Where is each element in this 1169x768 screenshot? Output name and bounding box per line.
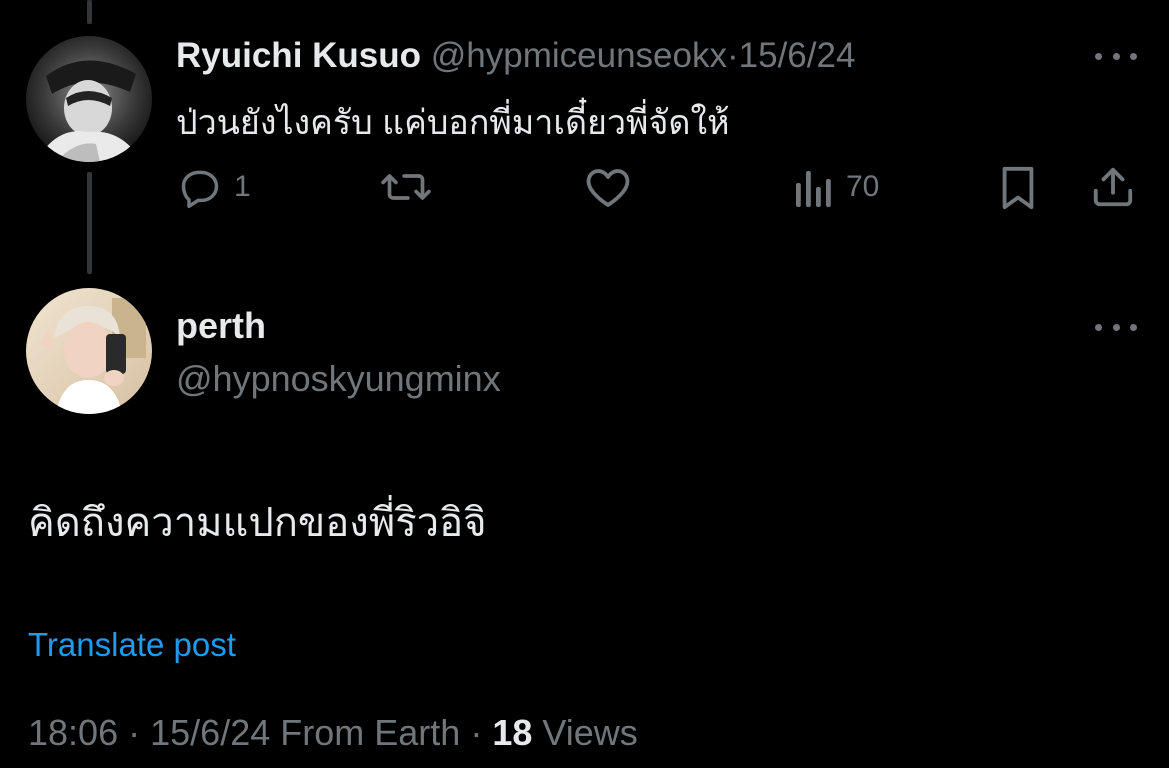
repost-button[interactable]	[380, 165, 432, 209]
share-icon	[1093, 167, 1133, 207]
bookmark-button[interactable]	[998, 165, 1038, 211]
avatar-image	[26, 36, 152, 162]
post-time[interactable]: 18:06	[28, 712, 118, 753]
reply-icon	[181, 170, 219, 208]
post-date[interactable]: 15/6/24	[739, 36, 856, 75]
bookmark-icon	[1002, 166, 1034, 210]
post-text: คิดถึงความแปกของพี่ริวอิจิ	[28, 501, 487, 545]
avatar[interactable]	[26, 288, 152, 414]
views-count: 70	[846, 170, 880, 203]
display-name[interactable]: Ryuichi Kusuo	[176, 36, 421, 75]
avatar[interactable]	[26, 36, 152, 162]
avatar-image	[26, 288, 152, 414]
share-button[interactable]	[1090, 164, 1136, 210]
like-button[interactable]	[584, 165, 632, 209]
thread-line-top	[87, 0, 92, 24]
views-label: Views	[542, 712, 638, 753]
like-icon	[586, 169, 630, 207]
separator: ·	[470, 712, 483, 753]
post-date[interactable]: 15/6/24	[150, 712, 270, 753]
repost-icon	[381, 174, 431, 200]
separator: ·	[726, 36, 739, 75]
translate-post-link[interactable]: Translate post	[28, 626, 236, 664]
post-text: ป่วนยังไงครับ แค่บอกพี่มาเดี๋ยวพี่จัดให้	[176, 104, 730, 142]
views-icon	[796, 171, 831, 207]
separator: ·	[128, 712, 141, 753]
display-name[interactable]: perth	[176, 305, 266, 347]
views-count: 18	[492, 712, 533, 753]
views-button[interactable]: 70	[794, 165, 879, 209]
reply-button[interactable]: 1	[178, 165, 251, 209]
post-header: Ryuichi Kusuo @hypmiceunseokx·15/6/24	[176, 36, 855, 76]
reply-count: 1	[234, 170, 251, 203]
user-handle[interactable]: @hypmiceunseokx	[431, 36, 727, 75]
more-options-icon[interactable]	[1095, 49, 1137, 63]
more-options-icon[interactable]	[1095, 320, 1137, 334]
post-source: From Earth	[280, 712, 461, 753]
thread-line-bottom	[87, 172, 92, 274]
user-handle[interactable]: @hypnoskyungminx	[176, 358, 501, 400]
post-metadata: 18:06 · 15/6/24 From Earth · 18 Views	[28, 712, 638, 754]
